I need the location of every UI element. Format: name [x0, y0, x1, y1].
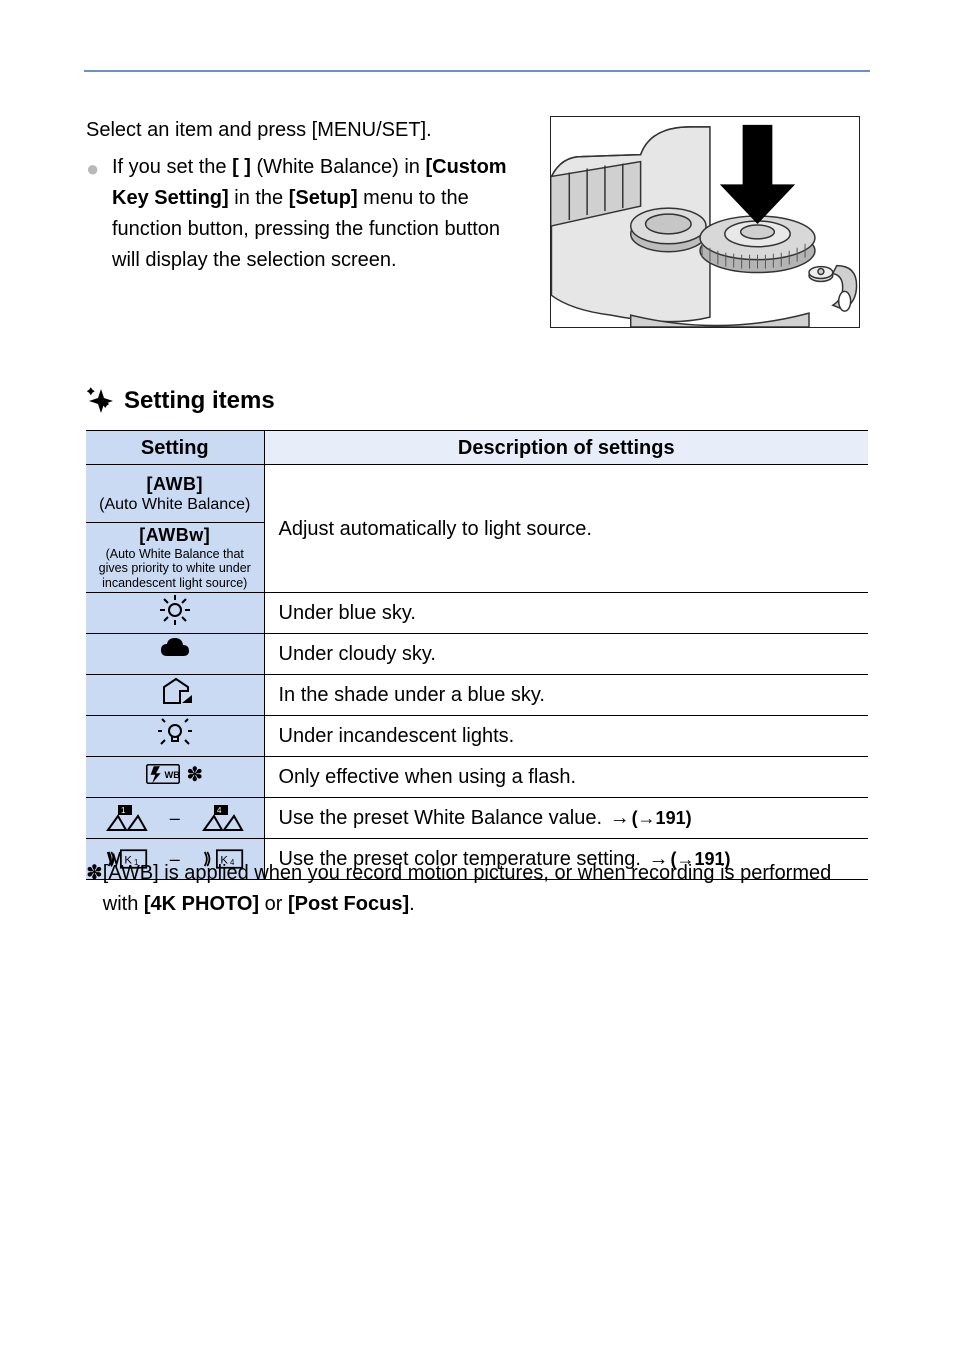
setting-shade [86, 675, 264, 716]
page: Select an item and press [MENU/SET]. ● I… [0, 0, 954, 1345]
desc-cloudy: Under cloudy sky. [264, 634, 868, 675]
th-desc: Description of settings [264, 431, 868, 465]
desc-flashwb: Only effective when using a flash. [264, 757, 868, 798]
desc-awb: Adjust automatically to light source. [264, 465, 868, 593]
diamond-icon [86, 386, 116, 416]
table-row: Under blue sky. [86, 593, 868, 634]
table-row: 1 – 4 Use the preset White Balance value… [86, 798, 868, 839]
svg-text:WB: WB [165, 770, 180, 780]
setting-wbset: 1 – 4 [86, 798, 264, 839]
cloudy-icon [158, 634, 192, 668]
section-heading: Setting items [86, 386, 275, 416]
setting-awbw: [AWBw] (Auto White Balance that gives pr… [86, 523, 264, 593]
wb-preset-4-icon: 4 [202, 804, 244, 832]
setting-flashwb: WB ✽ [86, 757, 264, 798]
desc-wbset: Use the preset White Balance value. →(→1… [264, 798, 868, 839]
settings-table: Setting Description of settings [AWB] (A… [86, 430, 868, 880]
camera-svg [551, 117, 859, 327]
desc-daylight: Under blue sky. [264, 593, 868, 634]
bullet-icon: ● [86, 152, 112, 276]
th-setting: Setting [86, 431, 264, 465]
setting-cloudy [86, 634, 264, 675]
desc-incandescent: Under incandescent lights. [264, 716, 868, 757]
wb-preset-1-icon: 1 [106, 804, 148, 832]
daylight-icon [158, 593, 192, 627]
arrow-right-icon: → [610, 807, 630, 829]
intro-text: Select an item and press [MENU/SET]. ● I… [86, 115, 526, 276]
desc-shade: In the shade under a blue sky. [264, 675, 868, 716]
table-row: WB ✽ Only effective when using a flash. [86, 757, 868, 798]
intro-line: Select an item and press [MENU/SET]. [86, 115, 526, 146]
shade-icon [158, 675, 192, 709]
top-rule [84, 70, 870, 72]
flash-wb-icon: WB [146, 757, 180, 791]
setting-awb: [AWB] (Auto White Balance) [86, 465, 264, 523]
range-dash: – [148, 808, 202, 829]
xref-link[interactable]: (→191) [632, 808, 692, 828]
footnote-mark: ✽ [86, 858, 103, 920]
table-row: Under cloudy sky. [86, 634, 868, 675]
setting-incandescent [86, 716, 264, 757]
intro-note: ● If you set the [ ] (White Balance) in … [86, 152, 526, 276]
camera-illustration [550, 116, 860, 328]
section-title: Setting items [124, 387, 275, 415]
incandescent-icon [158, 716, 192, 750]
table-row: [AWB] (Auto White Balance) Adjust automa… [86, 465, 868, 523]
table-row: Under incandescent lights. [86, 716, 868, 757]
svg-text:4: 4 [217, 806, 222, 815]
setting-daylight [86, 593, 264, 634]
svg-text:1: 1 [121, 806, 126, 815]
footnote: ✽ [AWB] is applied when you record motio… [86, 858, 868, 920]
table-row: In the shade under a blue sky. [86, 675, 868, 716]
footnote-mark-icon: ✽ [186, 762, 203, 787]
